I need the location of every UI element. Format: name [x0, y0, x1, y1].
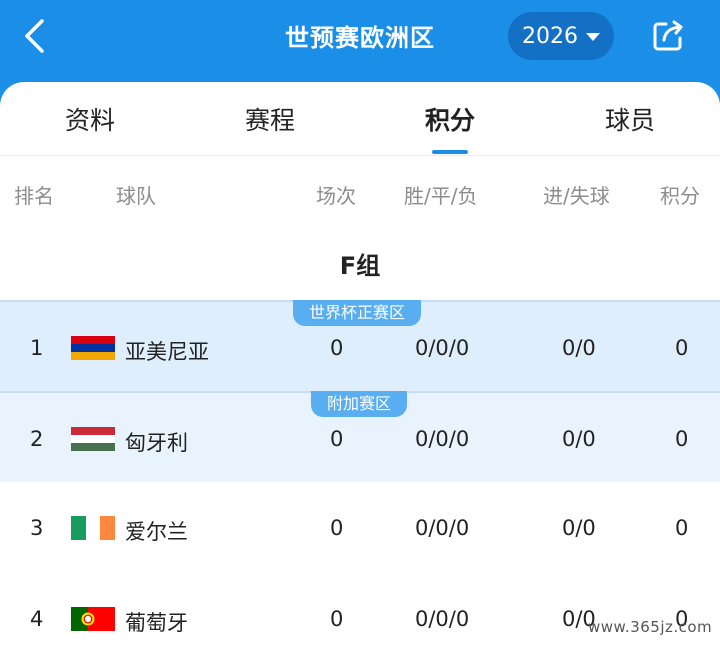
back-button[interactable] — [14, 16, 54, 56]
row-played: 0 — [330, 607, 344, 631]
share-button[interactable] — [648, 16, 688, 56]
row-team: 亚美尼亚 — [125, 340, 209, 364]
row-wdl: 0/0/0 — [415, 607, 470, 631]
table-row[interactable]: 世界杯正赛区 1 亚美尼亚 0 0/0/0 0/0 0 — [0, 300, 720, 391]
col-wdl: 胜/平/负 — [404, 184, 478, 208]
row-team: 葡萄牙 — [125, 611, 188, 635]
tab-players[interactable]: 球员 — [540, 82, 720, 156]
group-title: F组 — [339, 252, 381, 280]
tab-standings[interactable]: 积分 — [360, 82, 540, 156]
row-team: 爱尔兰 — [125, 520, 188, 544]
row-wdl: 0/0/0 — [415, 516, 470, 540]
row-wdl: 0/0/0 — [415, 336, 470, 360]
col-goals: 进/失球 — [543, 184, 610, 208]
caret-down-icon — [586, 33, 600, 41]
row-goals: 0/0 — [562, 427, 596, 451]
row-wdl: 0/0/0 — [415, 427, 470, 451]
row-points: 0 — [675, 336, 689, 360]
top-bar: 世预赛欧洲区 2026 — [0, 0, 720, 82]
flag-armenia-icon — [71, 336, 115, 360]
tab-schedule[interactable]: 赛程 — [180, 82, 360, 156]
column-header: 排名 球队 场次 胜/平/负 进/失球 积分 — [0, 156, 720, 230]
row-played: 0 — [330, 336, 344, 360]
flag-portugal-icon — [71, 607, 115, 631]
row-rank: 1 — [30, 336, 44, 360]
flag-hungary-icon — [71, 427, 115, 451]
col-team: 球队 — [116, 184, 156, 208]
row-team: 匈牙利 — [125, 431, 188, 455]
row-played: 0 — [330, 516, 344, 540]
col-points: 积分 — [660, 184, 700, 208]
col-played: 场次 — [316, 184, 356, 208]
standings-card: 资料 赛程 积分 球员 排名 球队 场次 胜/平/负 进/失球 积分 F组 世界… — [0, 82, 720, 650]
row-rank: 3 — [30, 516, 44, 540]
year-select[interactable]: 2026 — [508, 12, 614, 60]
watermark: www.365jz.com — [588, 618, 713, 636]
zone-badge-playoff: 附加赛区 — [311, 391, 408, 417]
row-goals: 0/0 — [562, 336, 596, 360]
row-goals: 0/0 — [562, 516, 596, 540]
active-tab-indicator — [432, 150, 468, 154]
table-row[interactable]: 4 葡萄牙 0 0/0/0 0/0 0 — [0, 573, 720, 650]
row-played: 0 — [330, 427, 344, 451]
year-select-value: 2026 — [522, 23, 578, 49]
table-row[interactable]: 附加赛区 2 匈牙利 0 0/0/0 0/0 0 — [0, 391, 720, 482]
col-rank: 排名 — [14, 184, 54, 208]
table-row[interactable]: 3 爱尔兰 0 0/0/0 0/0 0 — [0, 482, 720, 573]
row-points: 0 — [675, 427, 689, 451]
row-rank: 2 — [30, 427, 44, 451]
tab-bar: 资料 赛程 积分 球员 — [0, 82, 720, 156]
row-rank: 4 — [30, 607, 44, 631]
tab-info[interactable]: 资料 — [0, 82, 180, 156]
zone-badge-direct: 世界杯正赛区 — [293, 300, 422, 326]
row-points: 0 — [675, 516, 689, 540]
share-icon — [653, 20, 683, 51]
portugal-emblem-icon — [81, 612, 95, 626]
flag-ireland-icon — [71, 516, 115, 540]
chevron-left-icon — [25, 19, 44, 53]
